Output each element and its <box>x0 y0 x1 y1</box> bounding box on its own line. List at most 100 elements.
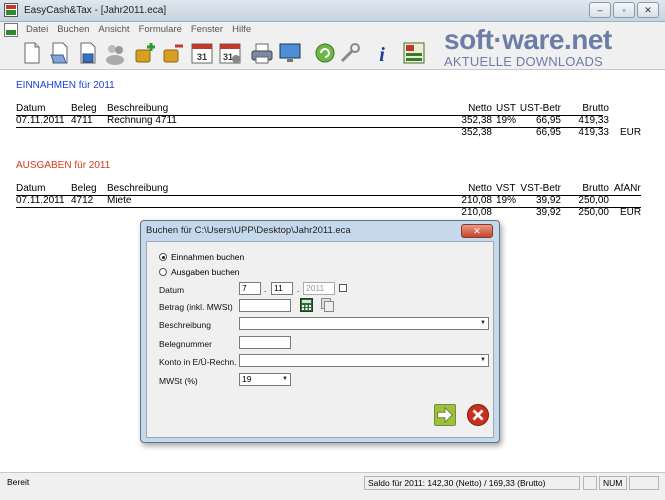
monitor-icon[interactable] <box>278 41 302 65</box>
radio-expense-dot[interactable] <box>159 268 167 276</box>
datum-month-field[interactable]: 11 <box>271 282 293 295</box>
income-total-brutto: 419,33 <box>578 127 609 138</box>
calculator-icon[interactable] <box>300 298 313 312</box>
income-header-ust-betr: UST-Betr <box>519 103 561 114</box>
chevron-down-icon[interactable]: ▼ <box>478 318 488 329</box>
radio-income-dot[interactable] <box>159 253 167 261</box>
menu-buchen[interactable]: Buchen <box>57 24 89 35</box>
dialog-body: Einnahmen buchen Ausgaben buchen Datum 7… <box>146 241 494 438</box>
label-konto: Konto in E/Ü-Rechn. <box>159 357 237 367</box>
expenses-header-beleg: Beleg <box>71 183 97 194</box>
menu-datei[interactable]: Datei <box>26 24 48 35</box>
expenses-row-vst: 19% <box>496 195 517 206</box>
menu-hilfe[interactable]: Hilfe <box>232 24 251 35</box>
label-betrag: Betrag (inkl. MWSt) <box>159 302 233 312</box>
beschreibung-combobox[interactable]: ▼ <box>239 317 489 330</box>
table-row[interactable]: 07.11.2011 4711 Rechnung 4711 352,38 19%… <box>16 115 656 127</box>
watermark-logo: soft·ware.net AKTUELLE DOWNLOADS <box>444 26 664 72</box>
income-header-row: Datum Beleg Beschreibung Netto UST UST-B… <box>16 103 656 115</box>
expenses-row-vst-betr: 39,92 <box>535 195 561 206</box>
dialog-close-button[interactable]: ✕ <box>461 224 493 238</box>
copy-icon[interactable] <box>321 298 334 312</box>
label-mwst: MWSt (%) <box>159 376 198 386</box>
minimize-button[interactable]: – <box>589 2 611 18</box>
income-row-beschreibung: Rechnung 4711 <box>107 115 177 126</box>
expenses-row-brutto: 250,00 <box>578 195 609 206</box>
radio-expense[interactable]: Ausgaben buchen <box>159 267 240 277</box>
add-income-icon[interactable] <box>133 41 157 65</box>
belegnummer-field[interactable] <box>239 336 291 349</box>
menu-ansicht[interactable]: Ansicht <box>98 24 129 35</box>
add-expense-icon[interactable] <box>161 41 185 65</box>
save-icon[interactable] <box>76 41 100 65</box>
tax-form-icon[interactable] <box>402 41 426 65</box>
expenses-header-brutto: Brutto <box>582 183 609 194</box>
datum-year-field[interactable]: 2011 <box>303 282 335 295</box>
income-total-netto: 352,38 <box>461 127 492 138</box>
new-document-icon[interactable] <box>20 41 44 65</box>
income-header-datum: Datum <box>16 103 46 114</box>
expenses-header-vst-betr: VST-Betr <box>520 183 561 194</box>
ok-button[interactable] <box>434 404 456 426</box>
mwst-select[interactable]: 19 ▼ <box>239 373 291 386</box>
x-icon <box>472 409 484 421</box>
income-total-ust-betr: 66,95 <box>535 127 561 138</box>
table-row[interactable]: 07.11.2011 4712 Miete 210,08 19% 39,92 2… <box>16 195 656 207</box>
calendar-day2-label: 31 <box>223 52 233 62</box>
label-beschreibung: Beschreibung <box>159 320 211 330</box>
users-icon[interactable] <box>103 41 127 65</box>
cancel-button[interactable] <box>467 404 489 426</box>
calendar-31-icon[interactable]: 31 <box>190 41 214 65</box>
menu-formulare[interactable]: Formulare <box>139 24 182 35</box>
calendar-settings-icon[interactable]: 31 <box>218 41 242 65</box>
betrag-field[interactable] <box>239 299 291 312</box>
status-saldo: Saldo für 2011: 142,30 (Netto) / 169,33 … <box>364 476 580 490</box>
status-empty-panel <box>629 476 659 490</box>
window-controls: – ▫ ✕ <box>589 2 659 18</box>
tools-icon[interactable] <box>338 41 362 65</box>
expenses-total-netto: 210,08 <box>461 207 492 218</box>
info-icon[interactable]: i <box>370 41 394 66</box>
app-icon <box>4 3 18 17</box>
refresh-icon[interactable] <box>313 41 337 65</box>
income-header-brutto: Brutto <box>582 103 609 114</box>
datum-day-field[interactable]: 7 <box>239 282 261 295</box>
expenses-row-netto: 210,08 <box>461 195 492 206</box>
income-title: EINNAHMEN für 2011 <box>16 80 115 91</box>
open-icon[interactable] <box>48 41 72 65</box>
income-row-datum: 07.11.2011 <box>16 115 65 126</box>
status-ready: Bereit <box>7 477 30 487</box>
expenses-header-vst: VST <box>496 183 516 194</box>
label-datum: Datum <box>159 285 185 295</box>
chevron-down-icon[interactable]: ▼ <box>478 355 488 366</box>
datum-checkbox[interactable] <box>339 284 347 292</box>
arrow-right-icon <box>437 406 453 424</box>
income-header-ust: UST <box>496 103 516 114</box>
income-header-netto: Netto <box>468 103 492 114</box>
expenses-header-afa: AfANr <box>614 183 641 194</box>
expenses-total-vst-betr: 39,92 <box>535 207 561 218</box>
expenses-row-beschreibung: Miete <box>107 195 132 206</box>
status-bar: Bereit Saldo für 2011: 142,30 (Netto) / … <box>0 472 665 500</box>
info-glyph: i <box>379 44 385 65</box>
income-row-ust-betr: 66,95 <box>535 115 561 126</box>
income-totals-row: 352,38 66,95 419,33 EUR <box>16 127 656 139</box>
print-icon[interactable] <box>250 41 274 65</box>
calendar-day-label: 31 <box>197 52 207 62</box>
datum-separator: . <box>297 284 300 294</box>
income-header-beleg: Beleg <box>71 103 97 114</box>
radio-income[interactable]: Einnahmen buchen <box>159 252 244 262</box>
chevron-down-icon[interactable]: ▼ <box>280 374 290 385</box>
income-total-currency: EUR <box>620 127 642 138</box>
income-row-netto: 352,38 <box>461 115 492 126</box>
document-icon[interactable] <box>4 23 18 37</box>
konto-combobox[interactable]: ▼ <box>239 354 489 367</box>
expenses-total-brutto: 250,00 <box>578 207 609 218</box>
expenses-header-datum: Datum <box>16 183 46 194</box>
status-empty-panel <box>583 476 597 490</box>
booking-dialog: Buchen für C:\Users\UPP\Desktop\Jahr2011… <box>140 220 500 443</box>
maximize-button[interactable]: ▫ <box>613 2 635 18</box>
close-button[interactable]: ✕ <box>637 2 659 18</box>
menu-fenster[interactable]: Fenster <box>191 24 223 35</box>
status-num: NUM <box>599 476 627 490</box>
